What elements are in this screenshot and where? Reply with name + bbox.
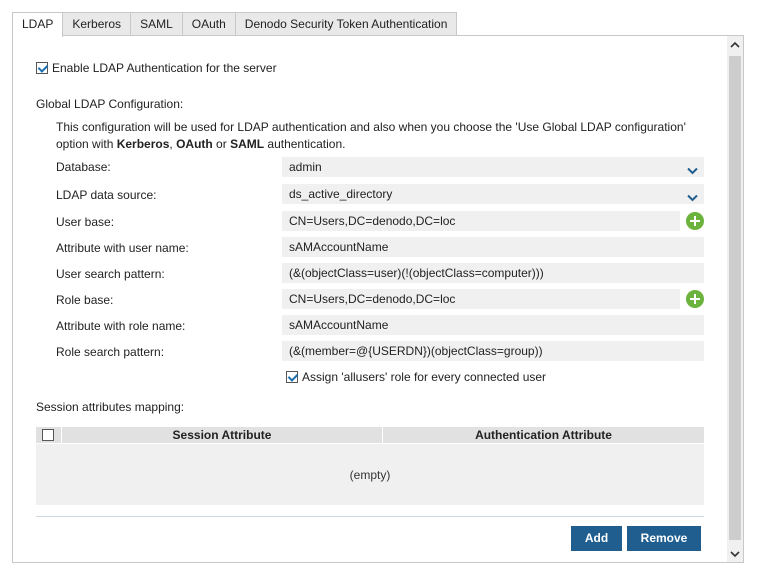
enable-ldap-checkbox[interactable]: [36, 62, 48, 74]
tab-denodo-security-token[interactable]: Denodo Security Token Authentication: [234, 12, 458, 36]
session-mapping-table: Session Attribute Authentication Attribu…: [36, 427, 704, 505]
description-oauth: OAuth: [176, 137, 213, 151]
user-base-input[interactable]: CN=Users,DC=denodo,DC=loc: [282, 211, 680, 231]
description-sep2: or: [212, 137, 231, 151]
chevron-down-icon: [687, 188, 698, 204]
user-search-pattern-input[interactable]: (&(objectClass=user)(!(objectClass=compu…: [282, 263, 704, 283]
global-ldap-description: This configuration will be used for LDAP…: [56, 119, 716, 153]
divider: [36, 516, 704, 517]
add-role-base-icon[interactable]: [686, 290, 704, 308]
session-mapping-heading: Session attributes mapping:: [36, 400, 185, 414]
attr-role-name-label: Attribute with role name:: [56, 319, 186, 333]
scrollbar-thumb[interactable]: [729, 56, 741, 540]
role-base-input[interactable]: CN=Users,DC=denodo,DC=loc: [282, 289, 680, 309]
description-prefix: option with: [56, 137, 117, 151]
role-search-pattern-input[interactable]: (&(member=@{USERDN})(objectClass=group)): [282, 341, 704, 361]
vertical-scrollbar[interactable]: [727, 36, 743, 562]
user-search-pattern-label: User search pattern:: [56, 267, 165, 281]
column-authentication-attribute[interactable]: Authentication Attribute: [383, 427, 704, 444]
tab-ldap[interactable]: LDAP: [12, 12, 64, 37]
role-search-pattern-label: Role search pattern:: [56, 345, 165, 359]
select-all-checkbox[interactable]: [42, 429, 54, 441]
scroll-down-icon[interactable]: [727, 546, 743, 562]
role-base-label: Role base:: [56, 293, 114, 307]
tab-saml[interactable]: SAML: [130, 12, 183, 36]
ldap-data-source-select[interactable]: ds_active_directory: [282, 184, 704, 204]
tab-kerberos[interactable]: Kerberos: [62, 12, 132, 36]
global-ldap-heading: Global LDAP Configuration:: [36, 97, 184, 111]
database-value: admin: [289, 160, 322, 174]
description-kerberos: Kerberos: [116, 137, 170, 151]
tab-oauth[interactable]: OAuth: [181, 12, 236, 36]
table-empty-text: (empty): [349, 468, 391, 482]
attr-user-name-label: Attribute with user name:: [56, 241, 189, 255]
tab-bar: LDAP Kerberos SAML OAuth Denodo Security…: [12, 12, 458, 37]
ldap-data-source-value: ds_active_directory: [289, 187, 393, 201]
description-suffix: authentication.: [264, 137, 346, 151]
table-header: Session Attribute Authentication Attribu…: [36, 427, 704, 444]
assign-allusers-label: Assign 'allusers' role for every connect…: [302, 370, 547, 384]
database-select[interactable]: admin: [282, 157, 704, 177]
remove-button[interactable]: Remove: [627, 526, 701, 551]
attr-user-name-input[interactable]: sAMAccountName: [282, 237, 704, 257]
user-base-label: User base:: [56, 215, 115, 229]
column-session-attribute[interactable]: Session Attribute: [62, 427, 382, 444]
scroll-up-icon[interactable]: [727, 36, 743, 52]
description-saml: SAML: [230, 137, 265, 151]
enable-ldap-label: Enable LDAP Authentication for the serve…: [52, 61, 277, 75]
description-line-1: This configuration will be used for LDAP…: [56, 120, 686, 134]
ldap-data-source-label: LDAP data source:: [56, 188, 157, 202]
database-label: Database:: [56, 160, 111, 174]
description-line-2: option with Kerberos, OAuth or SAML auth…: [56, 136, 716, 153]
add-user-base-icon[interactable]: [686, 212, 704, 230]
add-button[interactable]: Add: [571, 526, 622, 551]
chevron-down-icon: [687, 161, 698, 177]
assign-allusers-checkbox[interactable]: [286, 371, 298, 383]
attr-role-name-input[interactable]: sAMAccountName: [282, 315, 704, 335]
